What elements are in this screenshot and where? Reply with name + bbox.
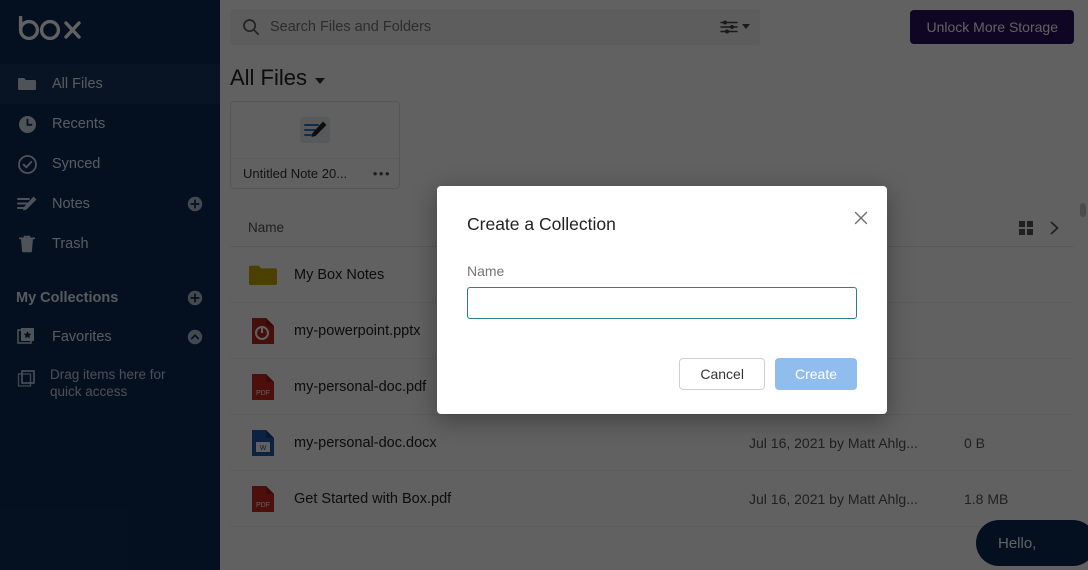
- dialog-title: Create a Collection: [467, 214, 616, 234]
- close-icon[interactable]: [851, 208, 871, 228]
- cancel-button[interactable]: Cancel: [679, 358, 765, 390]
- create-collection-dialog: Create a Collection Name Cancel Create: [437, 186, 887, 414]
- create-button[interactable]: Create: [774, 358, 857, 390]
- name-field-wrapper[interactable]: [467, 287, 857, 319]
- app-root: All Files Recents Synced: [0, 0, 1088, 570]
- name-field-label: Name: [467, 263, 505, 279]
- name-input[interactable]: [476, 295, 848, 311]
- dialog-actions: Cancel Create: [679, 358, 857, 390]
